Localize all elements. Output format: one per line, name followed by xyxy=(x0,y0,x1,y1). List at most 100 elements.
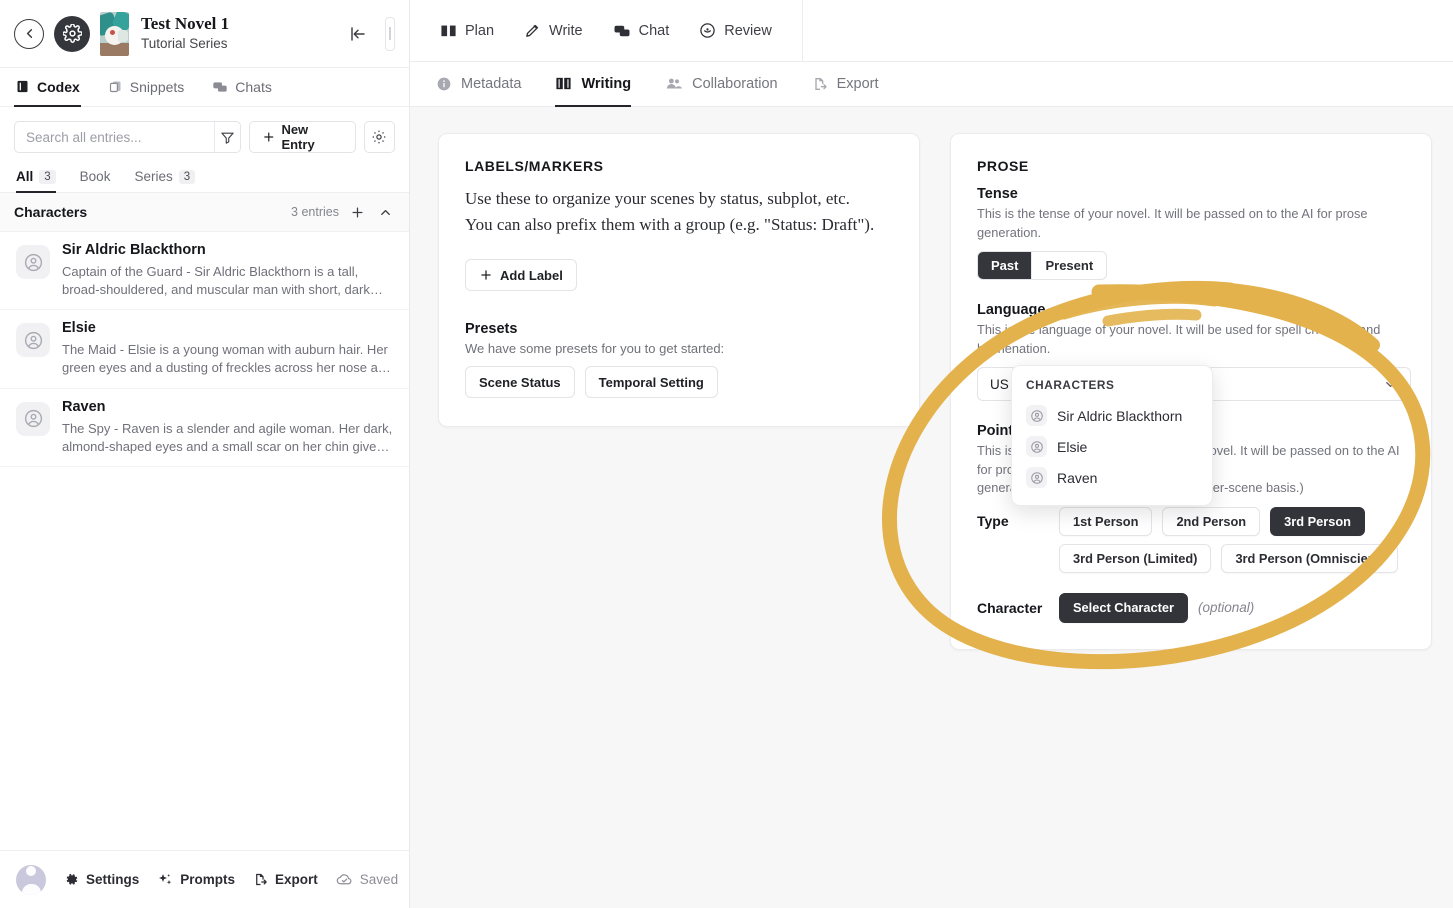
footer-export-button[interactable]: Export xyxy=(253,872,318,887)
pov-option-3rd-person[interactable]: 3rd Person xyxy=(1270,507,1365,536)
section-tab-bar: Metadata Writing Collaboration Export xyxy=(410,62,1453,107)
sidebar-tab-label: Chats xyxy=(235,79,272,95)
language-help: This is the language of your novel. It w… xyxy=(977,321,1411,358)
list-item-body: Sir Aldric Blackthorn Captain of the Gua… xyxy=(62,241,395,299)
user-circle-icon xyxy=(23,252,44,273)
list-item[interactable]: Elsie The Maid - Elsie is a young woman … xyxy=(0,310,409,388)
entry-group-header[interactable]: Characters 3 entries xyxy=(0,193,409,232)
group-title: Characters xyxy=(14,204,283,220)
entry-name: Sir Aldric Blackthorn xyxy=(62,241,395,261)
sidebar-tab-snippets[interactable]: Snippets xyxy=(107,68,185,107)
preset-label: Temporal Setting xyxy=(599,375,704,390)
user-circle-icon xyxy=(1030,409,1044,423)
list-item-body: Raven The Spy - Raven is a slender and a… xyxy=(62,398,395,456)
filter-button[interactable] xyxy=(214,122,240,152)
book-open-icon xyxy=(440,22,457,39)
pov-type-row-1: 1st Person 2nd Person 3rd Person xyxy=(1059,507,1411,536)
collapse-sidebar-button[interactable] xyxy=(345,21,371,47)
tab-writing[interactable]: Writing xyxy=(555,62,631,107)
pov-option-2nd-person[interactable]: 2nd Person xyxy=(1162,507,1260,536)
tense-label: Tense xyxy=(977,186,1411,202)
collapse-panel-icon xyxy=(349,25,367,43)
user-circle-icon xyxy=(23,330,44,351)
sidebar-resize-handle[interactable] xyxy=(385,17,395,51)
tab-label: Export xyxy=(837,76,879,92)
sidebar-tab-codex[interactable]: Codex xyxy=(14,68,81,107)
entry-description: The Spy - Raven is a slender and agile w… xyxy=(62,420,395,457)
sidebar-footer: Settings Prompts Export Saved xyxy=(0,850,409,908)
gear-icon xyxy=(63,24,82,43)
tab-metadata[interactable]: Metadata xyxy=(436,62,521,107)
labels-markers-card: LABELS/MARKERS Use these to organize you… xyxy=(438,133,920,427)
add-label-text: Add Label xyxy=(500,268,563,283)
select-character-button[interactable]: Select Character xyxy=(1059,593,1188,623)
pov-option-3rd-person-limited[interactable]: 3rd Person (Limited) xyxy=(1059,544,1211,573)
character-dropdown-item-sir-aldric-blackthorn[interactable]: Sir Aldric Blackthorn xyxy=(1012,400,1212,431)
sidebar-search-row: New Entry xyxy=(0,107,409,161)
list-item[interactable]: Sir Aldric Blackthorn Captain of the Gua… xyxy=(0,232,409,310)
tab-export[interactable]: Export xyxy=(812,62,879,107)
footer-item-label: Prompts xyxy=(180,872,235,887)
user-circle-icon xyxy=(1030,471,1044,485)
sidebar-filter-book[interactable]: Book xyxy=(80,169,111,193)
pov-option-1st-person[interactable]: 1st Person xyxy=(1059,507,1152,536)
filter-label: Series xyxy=(134,169,172,184)
filter-label: All xyxy=(16,169,33,184)
tab-collaboration[interactable]: Collaboration xyxy=(665,62,777,107)
search-input[interactable] xyxy=(15,122,214,152)
tab-label: Write xyxy=(549,23,583,39)
tab-chat[interactable]: Chat xyxy=(613,22,670,40)
gear-icon xyxy=(64,872,79,887)
list-item[interactable]: Raven The Spy - Raven is a slender and a… xyxy=(0,389,409,467)
collapse-group-button[interactable] xyxy=(375,202,395,222)
sparkles-icon xyxy=(157,872,173,888)
tense-option-present[interactable]: Present xyxy=(1031,252,1106,279)
preset-scene-status-button[interactable]: Scene Status xyxy=(465,366,575,398)
user-circle-icon xyxy=(1030,440,1044,454)
sidebar-header: Test Novel 1 Tutorial Series xyxy=(0,0,409,68)
sidebar-filter-all[interactable]: All 3 xyxy=(16,169,56,193)
user-circle-icon xyxy=(23,408,44,429)
add-label-button[interactable]: Add Label xyxy=(465,259,577,291)
preset-temporal-setting-button[interactable]: Temporal Setting xyxy=(585,366,718,398)
footer-save-status: Saved xyxy=(336,871,398,888)
project-settings-button[interactable] xyxy=(54,16,90,52)
footer-settings-button[interactable]: Settings xyxy=(64,872,139,887)
pov-option-3rd-person-omniscient[interactable]: 3rd Person (Omniscient) xyxy=(1221,544,1398,573)
character-dropdown: CHARACTERS Sir Aldric Blackthorn Elsie R… xyxy=(1011,365,1213,506)
add-entry-button[interactable] xyxy=(347,202,367,222)
tab-review[interactable]: Review xyxy=(699,22,772,39)
character-name: Raven xyxy=(1057,470,1097,486)
pencil-icon xyxy=(524,22,541,39)
tab-write[interactable]: Write xyxy=(524,22,583,39)
tab-plan[interactable]: Plan xyxy=(440,22,494,39)
footer-prompts-button[interactable]: Prompts xyxy=(157,872,235,888)
codex-settings-button[interactable] xyxy=(364,121,395,153)
character-dropdown-item-elsie[interactable]: Elsie xyxy=(1012,431,1212,462)
labels-card-title: LABELS/MARKERS xyxy=(465,158,893,174)
new-entry-button[interactable]: New Entry xyxy=(249,121,356,153)
sidebar-filter-series[interactable]: Series 3 xyxy=(134,169,195,193)
character-dropdown-item-raven[interactable]: Raven xyxy=(1012,462,1212,493)
book-icon xyxy=(555,75,572,92)
pov-character-label: Character xyxy=(977,600,1059,616)
gear-icon xyxy=(371,129,387,145)
tab-label: Chat xyxy=(639,23,670,39)
presets-button-row: Scene Status Temporal Setting xyxy=(465,366,893,398)
back-button[interactable] xyxy=(14,19,44,49)
arrow-left-icon xyxy=(22,26,37,41)
group-entry-count: 3 entries xyxy=(291,205,339,219)
avatar[interactable] xyxy=(16,865,46,895)
tense-option-past[interactable]: Past xyxy=(978,252,1031,279)
people-icon xyxy=(665,75,683,93)
main-area: Plan Write Chat Review Metadata xyxy=(410,0,1453,908)
project-subtitle: Tutorial Series xyxy=(141,35,335,53)
filter-label: Book xyxy=(80,169,111,184)
chevron-down-icon xyxy=(1383,377,1398,392)
sidebar-tab-chats[interactable]: Chats xyxy=(211,68,273,107)
labels-description-line-2: You can also prefix them with a group (e… xyxy=(465,212,893,238)
export-icon xyxy=(253,872,268,887)
user-circle-icon xyxy=(16,245,50,279)
sidebar-tab-label: Codex xyxy=(37,79,80,95)
plus-icon xyxy=(479,268,493,282)
